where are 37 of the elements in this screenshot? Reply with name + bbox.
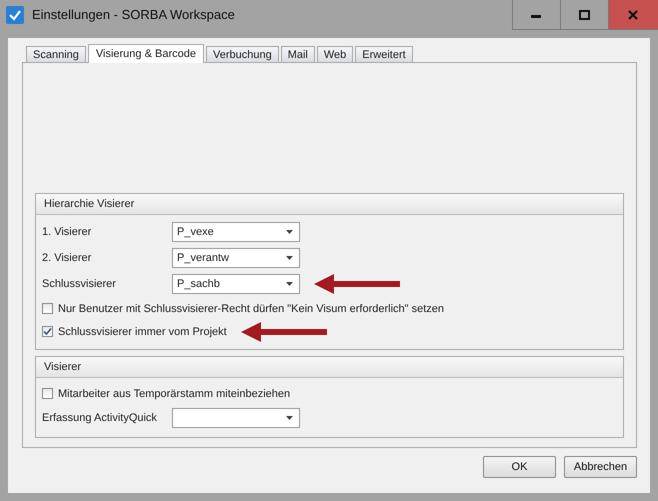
caret-icon: [286, 230, 293, 234]
field-label: 1. Visierer: [42, 226, 92, 238]
tab[interactable]: Erweitert: [355, 46, 413, 62]
group-title: Visierer: [36, 357, 623, 378]
checkbox-label: Schlussvisierer immer vom Projekt: [58, 326, 227, 338]
close-icon: [628, 10, 639, 20]
app-icon: [6, 6, 24, 24]
caret-icon: [286, 416, 293, 420]
dropdown[interactable]: P_vexe: [172, 222, 300, 242]
dialog-button[interactable]: Abbrechen: [564, 456, 637, 478]
tab[interactable]: Visierung & Barcode: [88, 44, 204, 63]
caret-icon: [286, 256, 293, 260]
close-button[interactable]: [608, 0, 658, 30]
dropdown[interactable]: P_sachb: [172, 274, 300, 294]
dropdown[interactable]: [172, 408, 300, 428]
minimize-button[interactable]: [512, 0, 560, 30]
field-label: 2. Visierer: [42, 252, 92, 264]
field-label: Schlussvisierer: [42, 278, 117, 290]
arrow-icon: [238, 320, 329, 344]
tab[interactable]: Verbuchung: [206, 46, 279, 62]
tab[interactable]: Web: [316, 46, 354, 62]
checkbox[interactable]: [42, 388, 53, 399]
checkbox[interactable]: [42, 303, 53, 314]
arrow-icon: [312, 272, 402, 296]
tab[interactable]: Scanning: [26, 46, 86, 62]
group-title: Hierarchie Visierer: [36, 194, 623, 215]
dropdown[interactable]: P_verantw: [172, 248, 300, 268]
checkbox-label: Mitarbeiter aus Temporärstamm miteinbeziehen: [58, 388, 290, 400]
checkbox[interactable]: [42, 326, 53, 337]
caret-icon: [286, 282, 293, 286]
field-label: Erfassung ActivityQuick: [42, 412, 158, 424]
maximize-icon: [579, 10, 590, 20]
maximize-button[interactable]: [560, 0, 608, 30]
checkbox-label: Nur Benutzer mit Schlussvisierer-Recht dürfen "Kein Visum erforderlich" setzen: [58, 302, 444, 314]
tab[interactable]: Mail: [280, 46, 315, 62]
window-title: Einstellungen - SORBA Workspace: [32, 7, 236, 22]
dialog-button[interactable]: OK: [483, 456, 556, 478]
